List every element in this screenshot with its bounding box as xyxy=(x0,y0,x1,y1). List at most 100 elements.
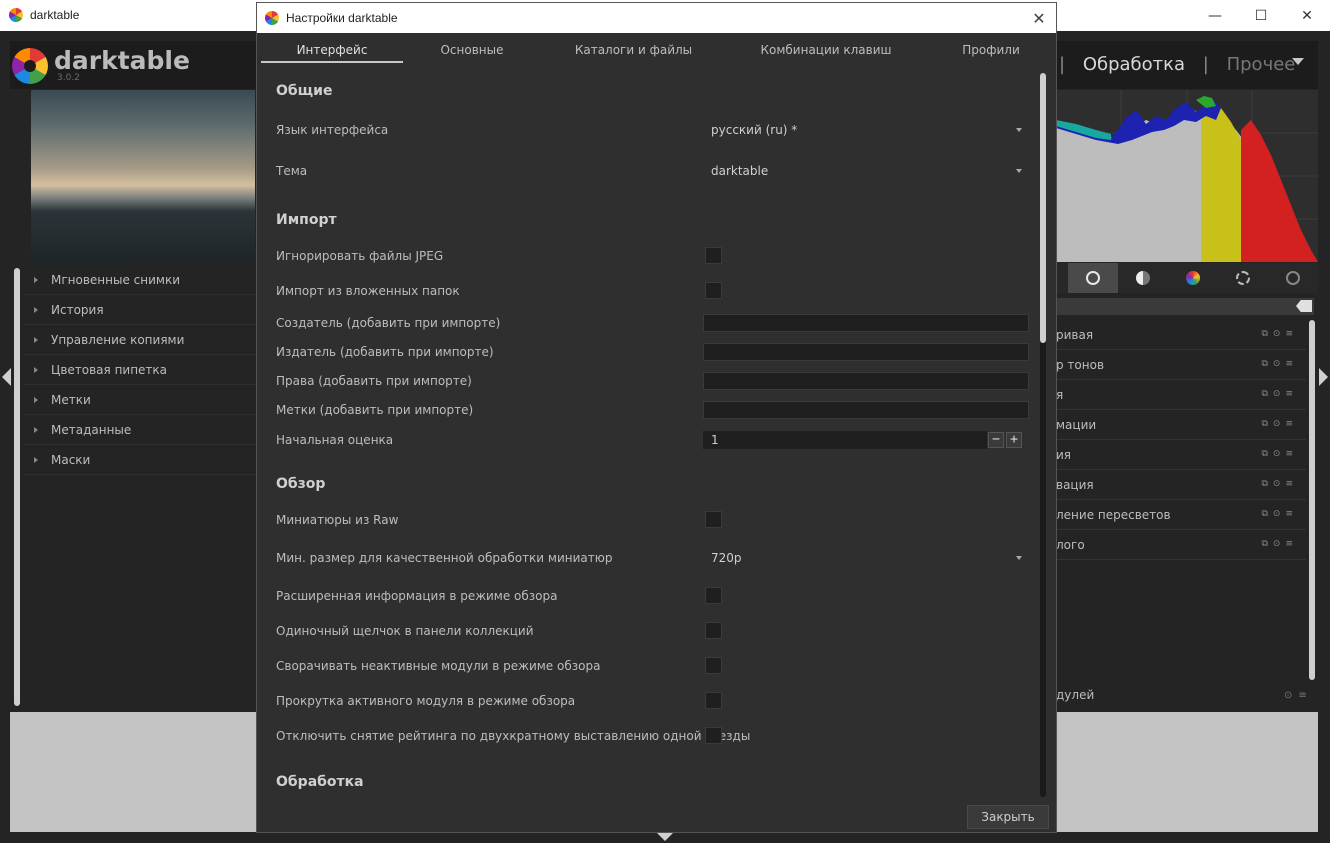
extended-info-checkbox[interactable] xyxy=(705,587,722,604)
decrement-button[interactable]: − xyxy=(988,432,1004,448)
single-click-checkbox[interactable] xyxy=(705,622,722,639)
right-module[interactable]: ия ⧉⊙≡ xyxy=(1056,440,1306,470)
theme-label: Тема xyxy=(276,164,308,178)
close-dialog-icon[interactable]: ✕ xyxy=(1022,3,1056,33)
module-header-icons[interactable]: ⧉⊙≡ xyxy=(1261,389,1298,399)
right-module[interactable]: лого ⧉⊙≡ xyxy=(1056,530,1306,560)
tab-basic-modules[interactable] xyxy=(1118,263,1168,293)
views-dropdown-icon[interactable] xyxy=(1292,58,1304,65)
tab-presets[interactable]: Профили xyxy=(936,35,1046,65)
min-size-label: Мин. размер для качественной обработки м… xyxy=(276,551,613,565)
rights-input[interactable] xyxy=(703,372,1029,390)
tab-effect-modules[interactable] xyxy=(1268,263,1318,293)
creator-input[interactable] xyxy=(703,314,1029,332)
minimize-button[interactable]: — xyxy=(1192,0,1238,31)
single-click-label: Одиночный щелчок в панели коллекций xyxy=(276,624,534,638)
language-combobox[interactable]: русский (ru) * xyxy=(711,121,1026,141)
module-header-icons[interactable]: ⧉⊙≡ xyxy=(1261,419,1298,429)
histogram[interactable] xyxy=(1056,90,1318,262)
thumbs-from-raw-checkbox[interactable] xyxy=(705,511,722,528)
left-module[interactable]: Цветовая пипетка xyxy=(24,355,257,385)
view-switcher: | Обработка | Прочее xyxy=(1059,54,1295,75)
publisher-input[interactable] xyxy=(703,343,1029,361)
increment-button[interactable]: + xyxy=(1006,432,1022,448)
left-module[interactable]: Метаданные xyxy=(24,415,257,445)
module-search-input[interactable] xyxy=(1056,298,1314,315)
dropdown-arrow-icon xyxy=(1016,128,1022,132)
darktable-logo-icon xyxy=(12,48,48,84)
refresh-icon xyxy=(1236,271,1250,285)
right-module[interactable]: я ⧉⊙≡ xyxy=(1056,380,1306,410)
module-header-icons[interactable]: ⧉⊙≡ xyxy=(1261,359,1298,369)
dialog-scrollbar[interactable] xyxy=(1040,73,1046,797)
right-module[interactable]: р тонов ⧉⊙≡ xyxy=(1056,350,1306,380)
maximize-button[interactable]: ☐ xyxy=(1238,0,1284,31)
more-modules-label[interactable]: дулей xyxy=(1056,688,1094,702)
tab-storage[interactable]: Каталоги и файлы xyxy=(551,35,716,65)
collapse-bottom-panel-icon[interactable] xyxy=(657,833,673,841)
scroll-active-checkbox[interactable] xyxy=(705,692,722,709)
clear-search-icon[interactable] xyxy=(1296,300,1312,312)
right-panel-scrollbar[interactable] xyxy=(1309,320,1315,680)
module-header-icons[interactable]: ⧉⊙≡ xyxy=(1261,329,1298,339)
disable-rating-toggle-checkbox[interactable] xyxy=(705,727,722,744)
right-module[interactable]: ление пересветов ⧉⊙≡ xyxy=(1056,500,1306,530)
module-header-icons[interactable]: ⧉⊙≡ xyxy=(1261,479,1298,489)
module-header-icons[interactable]: ⧉⊙≡ xyxy=(1261,509,1298,519)
recursive-import-checkbox[interactable] xyxy=(705,282,722,299)
collapse-left-panel-icon[interactable] xyxy=(2,368,11,386)
left-module-list: Мгновенные снимки История Управление коп… xyxy=(24,265,257,475)
right-module[interactable]: мации ⧉⊙≡ xyxy=(1056,410,1306,440)
theme-combobox[interactable]: darktable xyxy=(711,162,1026,182)
collapse-right-panel-icon[interactable] xyxy=(1319,368,1328,386)
app-logo-icon xyxy=(265,11,279,25)
navigation-preview[interactable] xyxy=(31,90,255,263)
min-size-combobox[interactable]: 720p xyxy=(711,549,1026,569)
extended-info-label: Расширенная информация в режиме обзора xyxy=(276,589,558,603)
more-modules-icons[interactable]: ⊙≡ xyxy=(1284,690,1313,701)
min-size-value: 720p xyxy=(711,551,742,565)
section-lighttable-heading: Обзор xyxy=(276,476,326,492)
left-module-label: История xyxy=(51,302,104,317)
tab-correction-modules[interactable] xyxy=(1218,263,1268,293)
close-button[interactable]: Закрыть xyxy=(967,805,1049,829)
half-circle-icon xyxy=(1136,271,1150,285)
left-panel-scrollbar[interactable] xyxy=(14,268,20,706)
left-module[interactable]: История xyxy=(24,295,257,325)
collapse-inactive-checkbox[interactable] xyxy=(705,657,722,674)
tab-shortcuts[interactable]: Комбинации клавиш xyxy=(736,35,916,65)
circle-icon xyxy=(1086,271,1100,285)
preferences-dialog: Настройки darktable ✕ Интерфейс Основные… xyxy=(256,2,1057,833)
view-other[interactable]: Прочее xyxy=(1227,54,1296,75)
right-module[interactable]: ривая ⧉⊙≡ xyxy=(1056,320,1306,350)
tab-interface[interactable]: Интерфейс xyxy=(261,35,403,65)
left-module[interactable]: Управление копиями xyxy=(24,325,257,355)
tab-color-modules[interactable] xyxy=(1168,263,1218,293)
theme-value: darktable xyxy=(711,164,769,178)
module-group-tabs xyxy=(1056,263,1318,293)
dialog-scrollbar-thumb[interactable] xyxy=(1040,73,1046,343)
left-module[interactable]: Маски xyxy=(24,445,257,475)
right-module-label: я xyxy=(1056,387,1064,402)
creator-label: Создатель (добавить при импорте) xyxy=(276,316,501,330)
initial-rating-input[interactable]: 1 xyxy=(703,431,987,449)
ignore-jpeg-checkbox[interactable] xyxy=(705,247,722,264)
language-label: Язык интерфейса xyxy=(276,123,389,137)
left-module[interactable]: Мгновенные снимки xyxy=(24,265,257,295)
tab-active-modules[interactable] xyxy=(1068,263,1118,293)
publisher-label: Издатель (добавить при импорте) xyxy=(276,345,494,359)
tags-input[interactable] xyxy=(703,401,1029,419)
right-module[interactable]: вация ⧉⊙≡ xyxy=(1056,470,1306,500)
module-header-icons[interactable]: ⧉⊙≡ xyxy=(1261,449,1298,459)
tab-general[interactable]: Основные xyxy=(411,35,533,65)
dropdown-arrow-icon xyxy=(1016,556,1022,560)
expand-triangle-icon xyxy=(34,336,38,343)
disable-rating-toggle-label: Отключить снятие рейтинга по двухкратном… xyxy=(276,729,751,743)
app-logo-icon xyxy=(9,8,23,22)
left-module[interactable]: Метки xyxy=(24,385,257,415)
module-header-icons[interactable]: ⧉⊙≡ xyxy=(1261,539,1298,549)
histogram-graph xyxy=(1056,90,1318,262)
expand-triangle-icon xyxy=(34,396,38,403)
close-window-button[interactable]: ✕ xyxy=(1284,0,1330,31)
view-darkroom[interactable]: Обработка xyxy=(1083,54,1185,75)
